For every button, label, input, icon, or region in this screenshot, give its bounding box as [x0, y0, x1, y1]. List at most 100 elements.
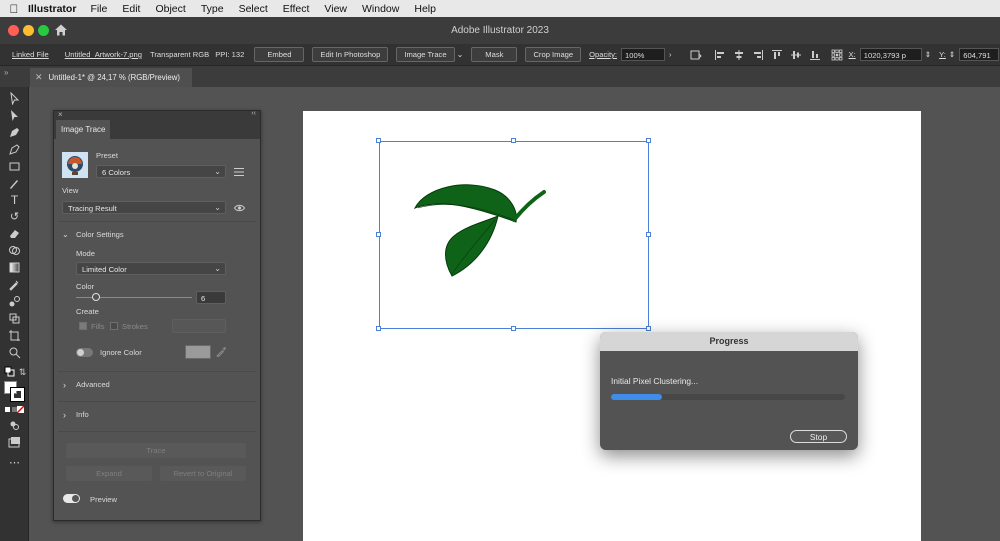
align-center-icon[interactable]: [733, 49, 745, 61]
draw-mode-icon[interactable]: [8, 419, 21, 432]
view-preview-eye-icon[interactable]: [234, 204, 245, 212]
artboard-tool-icon[interactable]: [8, 329, 21, 342]
preset-menu-icon[interactable]: [234, 168, 244, 176]
menu-help[interactable]: Help: [414, 3, 436, 15]
revert-to-original-button[interactable]: Revert to Original: [160, 466, 246, 481]
selection-handle[interactable]: [376, 326, 381, 331]
document-tab[interactable]: ✕ Untitled-1* @ 24,17 % (RGB/Preview): [30, 68, 192, 87]
linked-file-link[interactable]: Linked File: [12, 50, 49, 59]
swap-fill-stroke-icon[interactable]: ⇅: [16, 366, 29, 379]
reference-point-icon[interactable]: [831, 49, 843, 61]
mode-label: Mode: [76, 249, 95, 258]
selection-bounding-box[interactable]: [379, 141, 649, 329]
fills-checkbox[interactable]: [79, 322, 87, 330]
x-position-input[interactable]: 1020,3793 p: [859, 48, 922, 61]
menu-select[interactable]: Select: [239, 3, 268, 15]
align-middle-icon[interactable]: [790, 49, 802, 61]
color-settings-section[interactable]: Color Settings: [76, 230, 124, 239]
image-trace-dropdown-icon[interactable]: ⌄: [457, 50, 464, 59]
ignore-color-toggle[interactable]: [76, 348, 93, 357]
curvature-tool-icon[interactable]: [8, 143, 21, 156]
type-tool-icon[interactable]: T: [8, 193, 21, 207]
apple-menu-icon[interactable]: : [0, 2, 28, 16]
menu-app-name[interactable]: Illustrator: [28, 3, 76, 15]
filename-link[interactable]: Untitled_Artwork-7.png: [65, 50, 142, 59]
color-slider-knob[interactable]: [91, 293, 100, 301]
y-stepper-icon[interactable]: ⇕: [949, 50, 955, 59]
screen-mode-icon[interactable]: [8, 436, 21, 449]
preview-toggle[interactable]: [63, 494, 80, 503]
mode-dropdown[interactable]: Limited Color ⌄: [76, 262, 226, 275]
eraser-tool-icon[interactable]: [8, 227, 21, 240]
menu-window[interactable]: Window: [362, 3, 399, 15]
paintbrush-tool-icon[interactable]: [8, 177, 21, 190]
close-tab-icon[interactable]: ✕: [35, 72, 43, 83]
menu-file[interactable]: File: [90, 3, 107, 15]
crop-image-button[interactable]: Crop Image: [525, 47, 582, 62]
collapse-toolbar-icon[interactable]: »: [4, 68, 8, 77]
selection-handle[interactable]: [376, 138, 381, 143]
panel-close-icon[interactable]: ×: [58, 110, 63, 119]
align-right-icon[interactable]: [752, 49, 764, 61]
shape-builder-tool-icon[interactable]: [8, 244, 21, 257]
info-section[interactable]: Info: [76, 410, 89, 419]
tab-image-trace[interactable]: Image Trace: [56, 120, 110, 139]
zoom-tool-icon[interactable]: [8, 346, 21, 359]
stroke-swatch[interactable]: [10, 387, 25, 402]
selection-handle[interactable]: [511, 138, 516, 143]
color-settings-chevron-icon[interactable]: ⌄: [62, 230, 69, 239]
eyedropper-icon[interactable]: [216, 346, 227, 357]
recolor-icon[interactable]: [690, 49, 702, 61]
align-left-icon[interactable]: [714, 49, 726, 61]
y-position-input[interactable]: 604,791: [959, 48, 1000, 61]
stop-button[interactable]: Stop: [790, 430, 847, 443]
menu-type[interactable]: Type: [201, 3, 224, 15]
rectangle-tool-icon[interactable]: [8, 160, 21, 173]
advanced-chevron-icon[interactable]: ›: [63, 380, 66, 390]
eyedropper-tool-icon[interactable]: [8, 278, 21, 291]
strokes-checkbox[interactable]: [110, 322, 118, 330]
advanced-section[interactable]: Advanced: [76, 380, 110, 389]
align-bottom-icon[interactable]: [809, 49, 821, 61]
rotate-tool-icon[interactable]: ↺: [8, 210, 21, 223]
opacity-label[interactable]: Opacity:: [589, 50, 617, 59]
edit-in-photoshop-button[interactable]: Edit In Photoshop: [312, 47, 389, 62]
selection-handle[interactable]: [646, 138, 651, 143]
mask-button[interactable]: Mask: [471, 47, 518, 62]
selection-tool-icon[interactable]: [8, 92, 21, 105]
panel-header-bar[interactable]: × ‹‹: [54, 110, 260, 120]
align-top-icon[interactable]: [771, 49, 783, 61]
symbol-sprayer-tool-icon[interactable]: [8, 312, 21, 325]
trace-button[interactable]: Trace: [66, 443, 246, 458]
menu-effect[interactable]: Effect: [283, 3, 310, 15]
direct-selection-tool-icon[interactable]: [8, 109, 21, 122]
opacity-arrow-icon[interactable]: ›: [669, 50, 672, 59]
menu-edit[interactable]: Edit: [122, 3, 140, 15]
preset-dropdown[interactable]: 6 Colors ⌄: [96, 165, 226, 178]
blend-tool-icon[interactable]: [8, 295, 21, 308]
embed-button[interactable]: Embed: [254, 47, 305, 62]
edit-toolbar-icon[interactable]: ⋯: [8, 456, 21, 469]
none-mode-icon[interactable]: [17, 406, 24, 413]
menu-view[interactable]: View: [324, 3, 347, 15]
view-dropdown[interactable]: Tracing Result ⌄: [62, 201, 226, 214]
selection-handle[interactable]: [646, 326, 651, 331]
panel-collapse-icon[interactable]: ‹‹: [251, 110, 256, 117]
color-mode-icon[interactable]: [5, 407, 10, 412]
ignore-color-swatch[interactable]: [185, 345, 211, 359]
progress-message: Initial Pixel Clustering...: [611, 376, 699, 386]
selection-handle[interactable]: [376, 232, 381, 237]
gradient-tool-icon[interactable]: [8, 261, 21, 274]
info-chevron-icon[interactable]: ›: [63, 410, 66, 420]
opacity-input[interactable]: 100%: [621, 48, 665, 61]
color-slider-track[interactable]: [76, 293, 192, 301]
image-trace-button[interactable]: Image Trace: [396, 47, 455, 62]
preset-thumbnail-icon: [62, 152, 88, 178]
selection-handle[interactable]: [511, 326, 516, 331]
expand-button[interactable]: Expand: [66, 466, 152, 481]
selection-handle[interactable]: [646, 232, 651, 237]
menu-object[interactable]: Object: [155, 3, 185, 15]
color-count-input[interactable]: 6: [196, 291, 226, 304]
x-stepper-icon[interactable]: ⇕: [925, 50, 931, 59]
pen-tool-icon[interactable]: [8, 126, 21, 139]
